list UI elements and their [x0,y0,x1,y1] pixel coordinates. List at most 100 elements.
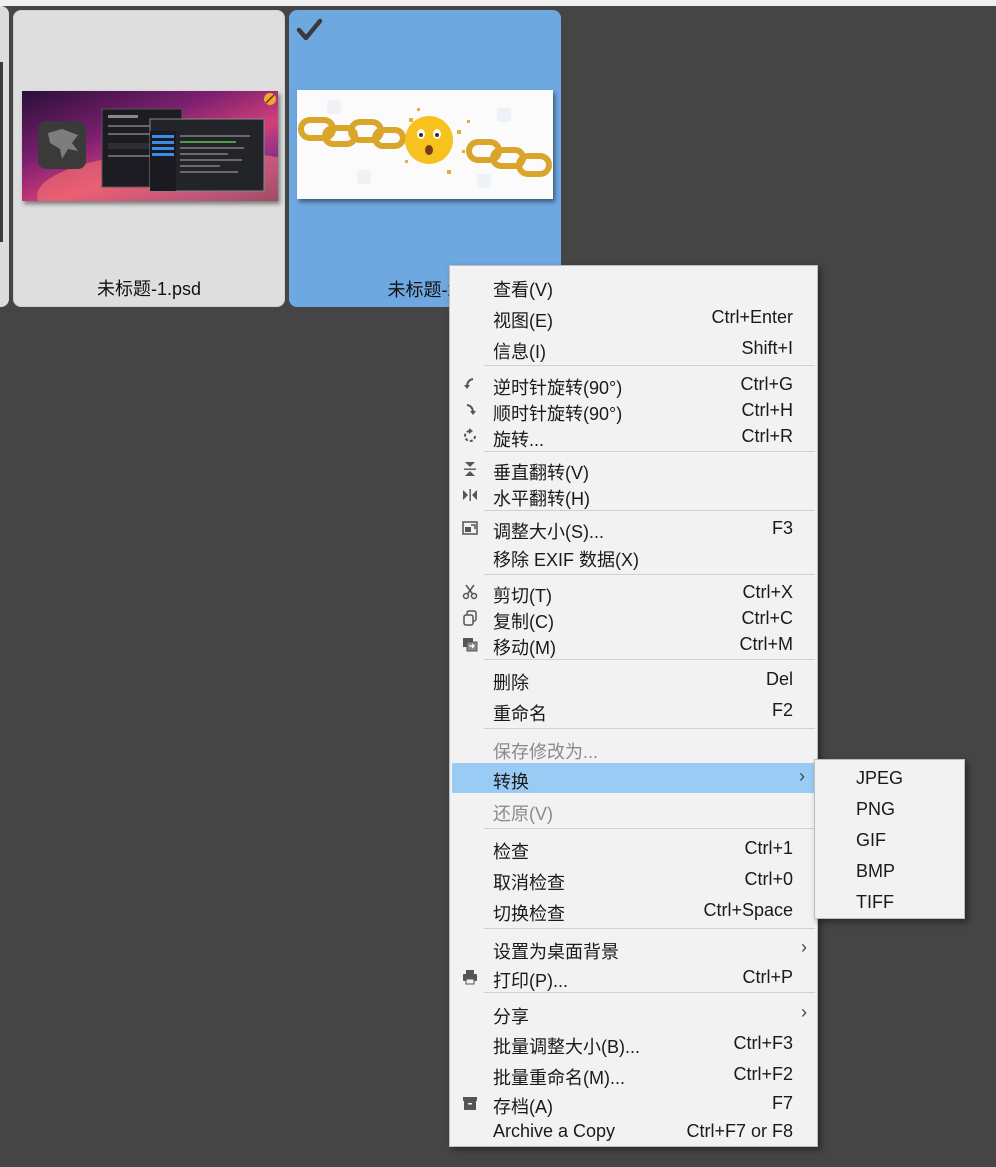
menu-separator [484,451,815,452]
menu-item-copy[interactable]: 复制(C) Ctrl+C [450,604,817,632]
menu-item-shortcut: Ctrl+F7 or F8 [686,1121,793,1141]
menu-item-shortcut: Ctrl+Space [703,900,793,920]
checkmark-icon [296,18,323,41]
menu-item-shortcut: Ctrl+C [741,608,793,628]
rotate-ccw-icon [464,378,474,389]
menu-item-shortcut: Ctrl+1 [744,838,793,858]
menu-item-move[interactable]: 移动(M) Ctrl+M [450,630,817,658]
menu-item-label: 重命名 [493,704,547,724]
menu-item-label: 批量重命名(M)... [493,1068,625,1088]
partial-thumbnail-image [0,62,3,242]
menu-item-label: 还原(V) [493,804,553,824]
archive-icon [463,1097,477,1110]
menu-item-remove-exif[interactable]: 移除 EXIF 数据(X) [450,542,817,570]
submenu-item-jpeg[interactable]: JPEG [815,764,964,792]
menu-separator [484,828,815,829]
move-icon [463,638,478,652]
menu-item-batch-resize[interactable]: 批量调整大小(B)... Ctrl+F3 [450,1029,817,1057]
flip-horizontal-icon [463,489,477,501]
menu-item-convert[interactable]: 转换 › [452,763,815,793]
menu-item-label: 水平翻转(H) [493,489,590,509]
thumbnail-tile-selected[interactable]: 未标题-2. [289,10,561,307]
chevron-right-icon: › [801,1002,807,1022]
menu-item-archive-copy[interactable]: Archive a Copy Ctrl+F7 or F8 [450,1117,817,1145]
menu-item-label: 分享 [493,1007,529,1027]
submenu-item-tiff[interactable]: TIFF [815,888,964,916]
menu-item-label: 打印(P)... [493,971,568,991]
menu-item-check[interactable]: 检查 Ctrl+1 [450,834,817,862]
chevron-right-icon: › [801,937,807,957]
menu-item-archive[interactable]: 存档(A) F7 [450,1089,817,1117]
menu-item-label: 转换 [493,772,529,792]
menu-item-label: 查看(V) [493,280,553,300]
submenu-item-gif[interactable]: GIF [815,826,964,854]
menu-item-set-wallpaper[interactable]: 设置为桌面背景 › [450,934,817,962]
menu-separator [484,510,815,511]
submenu-item-label: GIF [856,830,886,850]
menu-separator [484,928,815,929]
menu-item-shortcut: Ctrl+G [740,374,793,394]
top-strip [0,0,996,6]
menu-item-label: 旋转... [493,430,545,450]
menu-item-uncheck[interactable]: 取消检查 Ctrl+0 [450,865,817,893]
menu-item-label: 批量调整大小(B)... [493,1037,640,1057]
menu-item-label: 检查 [493,842,529,862]
menu-item-shortcut: F7 [771,1093,793,1113]
menu-item-resize[interactable]: 调整大小(S)... F3 [450,514,817,542]
menu-item-print[interactable]: 打印(P)... Ctrl+P [450,963,817,991]
menu-item-shortcut: Ctrl+M [739,634,794,654]
menu-item-cut[interactable]: 剪切(T) Ctrl+X [450,578,817,606]
resize-icon [462,521,478,535]
thumbnail-filename: 未标题-1.psd [96,279,202,299]
menu-separator [484,365,815,366]
scissors-icon [462,584,478,600]
menu-item-shortcut: Ctrl+Enter [711,307,793,327]
menu-item-save-changes-as: 保存修改为... [450,734,817,762]
copy-icon [463,610,477,626]
menu-item-label: 移动(M) [493,638,556,658]
menu-item-label: 删除 [493,673,529,693]
menu-item-toggle-check[interactable]: 切换检查 Ctrl+Space [450,896,817,924]
menu-item-shortcut: Del [765,669,793,689]
menu-item-label: 取消检查 [493,873,565,893]
rotate-free-icon [464,428,476,442]
menu-item-shortcut: F3 [771,518,793,538]
rotate-cw-icon [466,404,476,415]
submenu-item-bmp[interactable]: BMP [815,857,964,885]
menu-item-batch-rename[interactable]: 批量重命名(M)... Ctrl+F2 [450,1060,817,1088]
menu-item-rename[interactable]: 重命名 F2 [450,696,817,724]
chevron-right-icon: › [799,766,805,786]
menu-item-shortcut: Ctrl+F3 [733,1033,793,1053]
menu-item-revert: 还原(V) [450,796,817,824]
menu-item-label: 设置为桌面背景 [493,942,619,962]
submenu-item-png[interactable]: PNG [815,795,964,823]
menu-separator [484,992,815,993]
menu-item-rotate[interactable]: 旋转... Ctrl+R [450,422,817,450]
menu-item-shortcut: Ctrl+P [742,967,793,987]
menu-item-flip-vertical[interactable]: 垂直翻转(V) [450,455,817,483]
menu-item-view[interactable]: 查看(V) [450,272,817,300]
menu-item-label: 信息(I) [493,342,546,362]
partial-thumbnail-tile[interactable] [0,6,9,307]
menu-item-shortcut: F2 [771,700,793,720]
menu-item-rotate-cw[interactable]: 顺时针旋转(90°) Ctrl+H [450,396,817,424]
flip-vertical-icon [464,462,476,476]
thumbnail-tile[interactable]: 未标题-1.psd [13,10,285,307]
menu-separator [484,574,815,575]
menu-item-view-window[interactable]: 视图(E) Ctrl+Enter [450,303,817,331]
printer-icon [463,970,477,985]
menu-item-info[interactable]: 信息(I) Shift+I [450,334,817,362]
menu-item-shortcut: Ctrl+0 [744,869,793,889]
menu-item-flip-horizontal[interactable]: 水平翻转(H) [450,481,817,509]
menu-item-label: 保存修改为... [493,742,599,762]
menu-item-rotate-ccw[interactable]: 逆时针旋转(90°) Ctrl+G [450,370,817,398]
convert-submenu: JPEG PNG GIF BMP TIFF [814,759,965,919]
menu-item-label: Archive a Copy [493,1121,616,1141]
submenu-item-label: PNG [856,799,896,819]
menu-item-shortcut: Ctrl+X [742,582,793,602]
menu-separator [484,728,815,729]
menu-item-share[interactable]: 分享 › [450,999,817,1027]
menu-item-shortcut: Ctrl+F2 [733,1064,793,1084]
menu-item-label: 移除 EXIF 数据(X) [493,550,640,570]
menu-item-delete[interactable]: 删除 Del [450,665,817,693]
